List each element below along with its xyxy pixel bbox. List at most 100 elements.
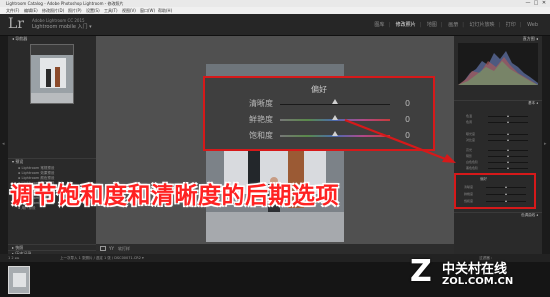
soft-proof-toggle[interactable]: 软打样: [118, 244, 130, 254]
tint-knob[interactable]: [507, 121, 509, 123]
module-develop[interactable]: 修改照片: [396, 22, 416, 28]
saturation-slider-knob[interactable]: [332, 131, 338, 136]
identity-plate: Lr Adobe Lightroom CC 2015 Lightroom mob…: [0, 14, 550, 36]
temp-knob[interactable]: [507, 115, 509, 117]
shadows-label: 阴影: [466, 154, 473, 158]
clarity-value[interactable]: 0: [405, 98, 410, 110]
module-picker: 图库 | 修改照片 | 地图 | 画册 | 幻灯片放映 | 打印 | Web: [374, 22, 538, 28]
saturation-value[interactable]: 0: [405, 130, 410, 142]
lightroom-logo: Lr: [8, 16, 24, 32]
contrast-label: 对比度: [466, 138, 476, 142]
collapse-left-icon: ◂: [2, 141, 5, 147]
filmstrip-thumbnail[interactable]: [8, 266, 30, 294]
vibrance-slider-row: 鲜艳度 0: [205, 114, 433, 126]
exposure-row: 曝光度: [458, 132, 538, 136]
whites-knob[interactable]: [507, 161, 509, 163]
loupe-view-icon[interactable]: [100, 246, 106, 251]
saturation-label: 饱和度: [249, 131, 273, 140]
menu-settings[interactable]: 设置(S): [86, 7, 100, 14]
lightroom-mobile-link[interactable]: Lightroom mobile 入门 ▾: [32, 23, 92, 30]
shadows-row: 阴影: [458, 154, 538, 158]
collapse-right-icon: ▸: [544, 141, 547, 147]
before-after-icon[interactable]: YY: [109, 246, 114, 251]
mini-saturation-row: 饱和度: [456, 199, 536, 203]
navigator-header[interactable]: ◂ 导航器: [8, 36, 96, 42]
histogram-graph: [458, 51, 538, 85]
menu-edit[interactable]: 编辑(E): [24, 7, 38, 14]
clarity-slider-row: 清晰度 0: [205, 98, 433, 110]
module-slideshow[interactable]: 幻灯片放映: [470, 22, 495, 28]
exposure-knob[interactable]: [507, 133, 509, 135]
right-panel-toggle[interactable]: ▸: [542, 36, 550, 254]
module-print[interactable]: 打印: [506, 22, 516, 28]
blacks-row: 黑色色阶: [458, 166, 538, 170]
window-title: Lightroom Catalog - Adobe Photoshop Ligh…: [6, 1, 124, 6]
contrast-row: 对比度: [458, 138, 538, 142]
zol-logo: Z: [410, 254, 432, 289]
preferences-highlight-box: 偏好 清晰度 鲜艳度 饱和度: [454, 173, 536, 209]
minimize-button[interactable]: —: [524, 0, 532, 7]
left-panel-toggle[interactable]: ◂: [0, 36, 8, 254]
whites-label: 白色色阶: [466, 160, 479, 164]
temp-label: 色温: [466, 114, 473, 118]
contrast-knob[interactable]: [507, 139, 509, 141]
tint-label: 色调: [466, 120, 473, 124]
menu-help[interactable]: 帮助(H): [158, 7, 172, 14]
clarity-label: 清晰度: [249, 99, 273, 108]
menu-photo[interactable]: 照片(P): [68, 7, 82, 14]
menu-tools[interactable]: 工具(T): [104, 7, 118, 14]
mini-vibrance-label: 鲜艳度: [464, 192, 474, 196]
menu-bar: 文件(F) 编辑(E) 修改照片(D) 照片(P) 设置(S) 工具(T) 视图…: [0, 7, 550, 14]
navigator-preview[interactable]: [30, 44, 74, 104]
tint-row: 色调: [458, 120, 538, 124]
highlights-label: 高光: [466, 148, 473, 152]
shadows-knob[interactable]: [507, 155, 509, 157]
saturation-slider-row: 饱和度 0: [205, 130, 433, 142]
preferences-zoom-panel: 偏好 清晰度 0 鲜艳度 0 饱和度 0: [203, 76, 435, 151]
module-map[interactable]: 地图: [427, 22, 437, 28]
module-library[interactable]: 图库: [374, 22, 384, 28]
module-book[interactable]: 画册: [448, 22, 458, 28]
zol-domain: ZOL.COM.CN: [442, 276, 514, 287]
module-web[interactable]: Web: [527, 22, 538, 28]
mini-saturation-knob[interactable]: [505, 200, 507, 202]
maximize-button[interactable]: □: [532, 0, 540, 7]
highlights-knob[interactable]: [507, 149, 509, 151]
tone-curve-header[interactable]: 色调曲线 ◂: [454, 212, 542, 217]
mini-saturation-label: 饱和度: [464, 199, 474, 203]
presets-header[interactable]: ▾ 预设: [8, 158, 96, 164]
blacks-label: 黑色色阶: [466, 166, 479, 170]
menu-develop[interactable]: 修改照片(D): [42, 7, 64, 14]
clarity-slider-knob[interactable]: [332, 99, 338, 104]
vibrance-label: 鲜艳度: [249, 115, 273, 124]
preferences-title: 偏好: [311, 85, 327, 94]
zol-watermark: Z 中关村在线 ZOL.COM.CN: [410, 252, 546, 292]
window-titlebar: Lightroom Catalog - Adobe Photoshop Ligh…: [0, 0, 550, 7]
exposure-label: 曝光度: [466, 132, 476, 136]
mini-vibrance-knob[interactable]: [505, 193, 507, 195]
filmstrip-source[interactable]: 上一次导入 1 张照片 / 选定 1 张 / DSC00071.CR2 ▾: [60, 254, 144, 262]
menu-view[interactable]: 视图(V): [122, 7, 136, 14]
menu-file[interactable]: 文件(F): [6, 7, 19, 14]
vibrance-slider-knob[interactable]: [332, 115, 338, 120]
histogram: [458, 43, 538, 85]
close-button[interactable]: ✕: [540, 0, 548, 7]
highlights-row: 高光: [458, 148, 538, 152]
mini-clarity-label: 清晰度: [464, 185, 474, 189]
center-toolbar: YY 软打样: [96, 244, 454, 254]
temp-row: 色温: [458, 114, 538, 118]
photo-canvas[interactable]: 偏好 清晰度 0 鲜艳度 0 饱和度 0: [96, 36, 454, 244]
whites-row: 白色色阶: [458, 160, 538, 164]
histogram-header[interactable]: 直方图 ◂: [454, 36, 542, 42]
mini-vibrance-row: 鲜艳度: [456, 192, 536, 196]
blacks-knob[interactable]: [507, 167, 509, 169]
mini-clarity-knob[interactable]: [505, 186, 507, 188]
menu-window[interactable]: 窗口(W): [140, 7, 155, 14]
zol-name: 中关村在线: [442, 262, 508, 277]
basic-header[interactable]: 基本 ◂: [454, 100, 542, 105]
mini-clarity-row: 清晰度: [456, 185, 536, 189]
left-panel: ◂ 导航器 ▾ 预设 Lightroom 常规预设 Lightroom 效果预设…: [8, 36, 96, 289]
filmstrip-nav[interactable]: 1 2 ◂ ▸: [8, 254, 19, 262]
clarity-slider[interactable]: [280, 104, 390, 105]
vibrance-value[interactable]: 0: [405, 114, 410, 126]
